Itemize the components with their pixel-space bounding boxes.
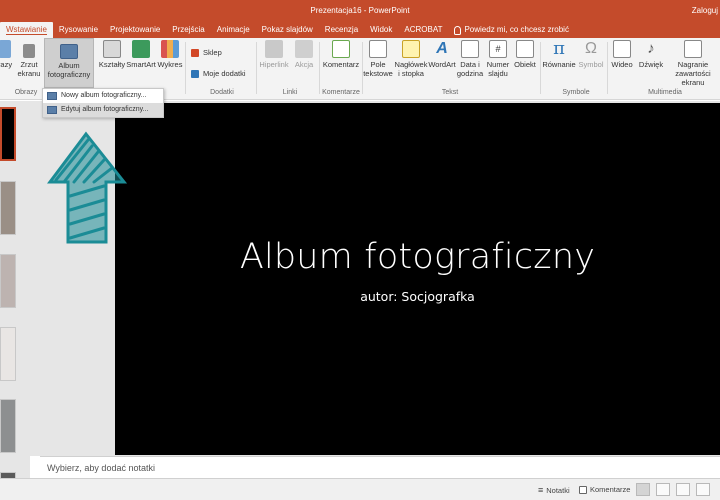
numer-slajdu-button[interactable]: # Numer slajdu [484,38,512,78]
slide-thumbnail[interactable] [0,181,16,235]
title-bar: Prezentacja16 - PowerPoint Zaloguj Wstaw… [0,0,720,38]
slideshow-view-button[interactable] [696,483,710,496]
sklep-button[interactable]: Sklep [191,48,222,57]
slide-title[interactable]: Album fotograficzny [115,237,720,277]
album-dropdown-menu: Nowy album fotograficzny... Edytuj album… [42,88,164,118]
tab-animacje[interactable]: Animacje [211,22,256,38]
slide-thumbnail[interactable] [0,327,16,381]
tab-przejscia[interactable]: Przejścia [166,22,210,38]
slide-thumbnail-pane [0,101,30,482]
star-icon [295,40,313,58]
object-icon [516,40,534,58]
notes-icon: ≡ [538,485,544,495]
comment-icon [332,40,350,58]
status-bar: ≡ Notatki Komentarze [0,478,720,500]
tab-recenzja[interactable]: Recenzja [319,22,364,38]
ribbon-tabs: Wstawianie Rysowanie Projektowanie Przej… [0,20,575,38]
tell-me-text: Powiedz mi, co chcesz zrobić [464,25,569,34]
group-label-tekst: Tekst [441,89,459,96]
separator [540,42,541,94]
photo-album-icon [60,44,78,59]
slide-number-icon: # [489,40,507,58]
separator [185,42,186,94]
login-link[interactable]: Zaloguj [692,6,718,15]
naglowek-i-stopka-button[interactable]: Nagłówek i stopka [394,38,428,78]
video-icon [613,40,631,58]
up-arrow-annotation [47,131,128,244]
shapes-icon [103,40,121,58]
slide-sorter-view-button[interactable] [656,483,670,496]
group-label-komentarze: Komentarze [322,89,360,96]
normal-view-button[interactable] [636,483,650,496]
tell-me-box[interactable]: Powiedz mi, co chcesz zrobić [448,22,574,38]
header-footer-icon [402,40,420,58]
screen-recording-icon [684,40,702,58]
nagranie-zawartosci-ekranu-button[interactable]: Nagranie zawartości ekranu [666,38,720,87]
calendar-icon [461,40,479,58]
textbox-icon [369,40,387,58]
pi-icon: π [553,38,565,59]
komentarz-button[interactable]: Komentarz [321,38,361,69]
hyperlink-icon [265,40,283,58]
smartart-icon [132,40,150,58]
moje-dodatki-button[interactable]: Moje dodatki [191,69,246,78]
wordart-button[interactable]: A WordArt [428,38,456,69]
dzwiek-button[interactable]: ♪ Dźwięk [637,38,665,69]
slide-thumbnail[interactable] [0,254,16,308]
zrzut-ekranu-button[interactable]: Zrzut ekranu [17,38,41,78]
tab-projektowanie[interactable]: Projektowanie [104,22,166,38]
store-icon [191,48,199,57]
symbol-button[interactable]: Ω Symbol [577,38,605,69]
komentarze-button[interactable]: Komentarze [579,485,630,494]
photo-album-icon [47,92,57,100]
wideo-button[interactable]: Wideo [609,38,635,69]
data-i-godzina-button[interactable]: Data i godzina [456,38,484,78]
notes-pane[interactable]: Wybierz, aby dodać notatki [40,456,720,478]
separator [607,42,608,94]
akcja-button[interactable]: Akcja [292,38,316,69]
addins-icon [191,69,199,78]
lightbulb-icon [454,25,462,35]
group-label-dodatki: Dodatki [210,89,234,96]
notes-placeholder: Wybierz, aby dodać notatki [47,463,155,473]
group-label-multimedia: Multimedia [648,89,682,96]
tab-widok[interactable]: Widok [364,22,398,38]
menu-item-nowy-album[interactable]: Nowy album fotograficzny... [43,89,163,103]
pole-tekstowe-button[interactable]: Pole tekstowe [363,38,393,78]
comments-icon [579,485,587,494]
group-label-symbole: Symbole [562,89,590,96]
slide-subtitle[interactable]: autor: Socjografka [115,289,720,304]
tab-wstawianie[interactable]: Wstawianie [0,22,53,38]
wordart-icon: A [436,40,448,57]
notatki-button[interactable]: ≡ Notatki [538,485,570,495]
ksztalty-button[interactable]: Kształty [98,38,126,69]
rownanie-button[interactable]: π Równanie [542,38,576,70]
tab-pokaz-slajdow[interactable]: Pokaz slajdów [256,22,319,38]
group-label-linki: Linki [282,89,298,96]
slide-thumbnail[interactable] [0,107,16,161]
hiperlink-button[interactable]: Hiperlink [258,38,290,69]
slide-thumbnail[interactable] [0,399,16,453]
obrazy-button[interactable]: razy [0,38,14,69]
album-fotograficzny-button[interactable]: Album fotograficzny [44,38,94,88]
tab-rysowanie[interactable]: Rysowanie [53,22,104,38]
camera-icon [23,44,35,58]
obiekt-button[interactable]: Obiekt [512,38,538,69]
picture-icon [0,40,11,58]
smartart-button[interactable]: SmartArt [126,38,156,69]
reading-view-button[interactable] [676,483,690,496]
tab-acrobat[interactable]: ACROBAT [398,22,448,38]
window-title: Prezentacja16 - PowerPoint [310,6,410,15]
photo-album-edit-icon [47,106,57,114]
separator [319,42,320,94]
omega-icon: Ω [585,40,597,57]
wykres-button[interactable]: Wykres [156,38,184,69]
separator [256,42,257,94]
menu-item-edytuj-album[interactable]: Edytuj album fotograficzny... [43,103,163,117]
group-label-obrazy: Obrazy [14,89,38,96]
speaker-icon: ♪ [647,40,655,57]
chart-icon [161,40,179,58]
slide-canvas[interactable]: Album fotograficzny autor: Socjografka [115,103,720,455]
